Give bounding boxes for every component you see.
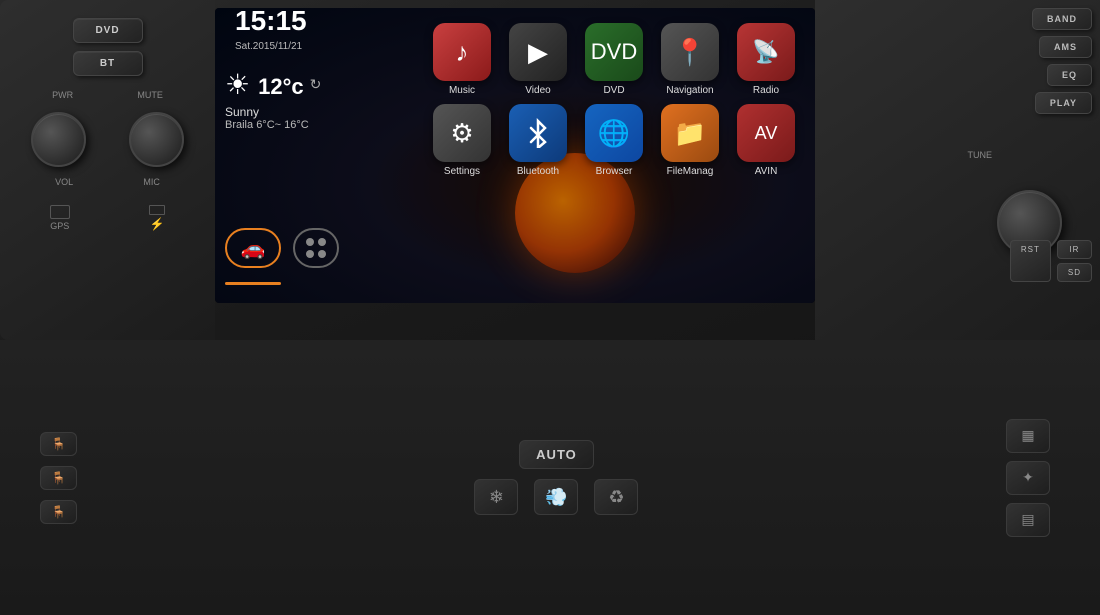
filemanag-label: FileManag bbox=[667, 166, 714, 177]
climate-center: AUTO ❄ 💨 ♻ bbox=[127, 440, 986, 515]
rear-heat[interactable]: ✦ bbox=[1006, 461, 1050, 495]
settings-label: Settings bbox=[444, 166, 480, 177]
fan-recirculate[interactable]: ♻ bbox=[594, 479, 638, 515]
nav-label: Navigation bbox=[666, 85, 713, 96]
eq-button[interactable]: EQ bbox=[1047, 64, 1092, 86]
dots-widget[interactable] bbox=[293, 228, 339, 268]
radio-icon: 📡 bbox=[737, 23, 795, 81]
date-display: Sat.2015/11/21 bbox=[235, 41, 307, 52]
temperature: 12°c bbox=[258, 74, 304, 100]
vol-knob[interactable] bbox=[31, 112, 86, 167]
sd-button[interactable]: SD bbox=[1057, 263, 1092, 282]
music-label: Music bbox=[449, 85, 475, 96]
weather-icon: ☀ bbox=[225, 68, 250, 101]
seat-icon-2: 🪑 bbox=[51, 471, 66, 485]
browser-label: Browser bbox=[596, 166, 633, 177]
ir-button[interactable]: IR bbox=[1057, 240, 1092, 259]
video-icon: ▶ bbox=[509, 23, 567, 81]
app-video[interactable]: ▶ Video bbox=[504, 23, 572, 96]
dvd-label: DVD bbox=[603, 85, 624, 96]
rst-button[interactable]: RST bbox=[1010, 240, 1051, 282]
radio-label: Radio bbox=[753, 85, 779, 96]
indicator-line bbox=[225, 282, 281, 285]
vol-label: VOL bbox=[55, 177, 73, 187]
apps-grid: ♪ Music ▶ Video DVD DVD bbox=[423, 18, 805, 182]
usb-port: ⚡ bbox=[149, 205, 165, 231]
seat-icon-1: 🪑 bbox=[51, 437, 66, 451]
ams-button[interactable]: AMS bbox=[1039, 36, 1092, 58]
dvd-icon: DVD bbox=[585, 23, 643, 81]
bluetooth-label: Bluetooth bbox=[517, 166, 559, 177]
weather-description: Sunny bbox=[225, 105, 321, 119]
weather-widget: ☀ 12°c ↻ Sunny Braila 6°C~ 16°C bbox=[225, 58, 321, 131]
play-button[interactable]: PLAY bbox=[1035, 92, 1092, 114]
video-label: Video bbox=[525, 85, 550, 96]
app-music[interactable]: ♪ Music bbox=[428, 23, 496, 96]
weather-city: Braila 6°C~ 16°C bbox=[225, 119, 321, 131]
app-browser[interactable]: 🌐 Browser bbox=[580, 104, 648, 177]
main-screen: 15:15 Sat.2015/11/21 ☀ 12°c ↻ Sunny Brai… bbox=[215, 8, 815, 303]
app-filemanag[interactable]: 📁 FileManag bbox=[656, 104, 724, 177]
music-icon: ♪ bbox=[433, 23, 491, 81]
left-panel: DVD BT PWR MUTE VOL MIC GPS bbox=[0, 0, 215, 340]
bluetooth-icon bbox=[509, 104, 567, 162]
small-btn-area: RST IR SD bbox=[1010, 240, 1092, 282]
avin-label: AVIN bbox=[755, 166, 778, 177]
settings-icon: ⚙ bbox=[433, 104, 491, 162]
dvd-button[interactable]: DVD bbox=[73, 18, 143, 43]
bottom-panel: 🪑 🪑 🪑 AUTO ❄ 💨 ♻ ▦ ✦ ▤ bbox=[0, 340, 1100, 615]
pwr-label: PWR bbox=[52, 90, 73, 100]
app-avin[interactable]: AV AVIN bbox=[732, 104, 800, 177]
time-display: 15:15 bbox=[235, 8, 307, 37]
filemanag-icon: 📁 bbox=[661, 104, 719, 162]
mute-knob[interactable] bbox=[129, 112, 184, 167]
car-widget[interactable]: 🚗 bbox=[225, 228, 281, 268]
bottom-widgets: 🚗 bbox=[225, 228, 339, 268]
gps-label: GPS bbox=[50, 205, 70, 231]
rear-controls: ▦ ✦ ▤ bbox=[1006, 419, 1050, 537]
seat-btn-3[interactable]: 🪑 bbox=[40, 500, 77, 524]
seat-btn-1[interactable]: 🪑 bbox=[40, 432, 77, 456]
browser-icon: 🌐 bbox=[585, 104, 643, 162]
seat-icon-3: 🪑 bbox=[51, 505, 66, 519]
bt-button[interactable]: BT bbox=[73, 51, 143, 76]
app-settings[interactable]: ⚙ Settings bbox=[428, 104, 496, 177]
seat-controls-left: 🪑 🪑 🪑 bbox=[40, 432, 77, 524]
auto-button[interactable]: AUTO bbox=[519, 440, 594, 469]
dots-grid bbox=[306, 238, 326, 258]
avin-icon: AV bbox=[737, 104, 795, 162]
fan-controls: ❄ 💨 ♻ bbox=[474, 479, 638, 515]
fan-airflow[interactable]: 💨 bbox=[534, 479, 578, 515]
seat-btn-2[interactable]: 🪑 bbox=[40, 466, 77, 490]
nav-icon: 📍 bbox=[661, 23, 719, 81]
rear-fan[interactable]: ▤ bbox=[1006, 503, 1050, 537]
tune-label: TUNE bbox=[968, 150, 993, 160]
app-navigation[interactable]: 📍 Navigation bbox=[656, 23, 724, 96]
app-radio[interactable]: 📡 Radio bbox=[732, 23, 800, 96]
band-button[interactable]: BAND bbox=[1032, 8, 1092, 30]
refresh-icon[interactable]: ↻ bbox=[310, 76, 322, 93]
app-dvd[interactable]: DVD DVD bbox=[580, 23, 648, 96]
car-icon: 🚗 bbox=[241, 236, 266, 261]
right-panel: BAND AMS EQ PLAY TUNE RST IR SD bbox=[815, 0, 1100, 340]
mute-label: MUTE bbox=[137, 90, 163, 100]
mic-label: MIC bbox=[143, 177, 160, 187]
car-interior: DVD BT PWR MUTE VOL MIC GPS bbox=[0, 0, 1100, 615]
rear-defrost[interactable]: ▦ bbox=[1006, 419, 1050, 453]
fan-snowflake[interactable]: ❄ bbox=[474, 479, 518, 515]
app-bluetooth[interactable]: Bluetooth bbox=[504, 104, 572, 177]
